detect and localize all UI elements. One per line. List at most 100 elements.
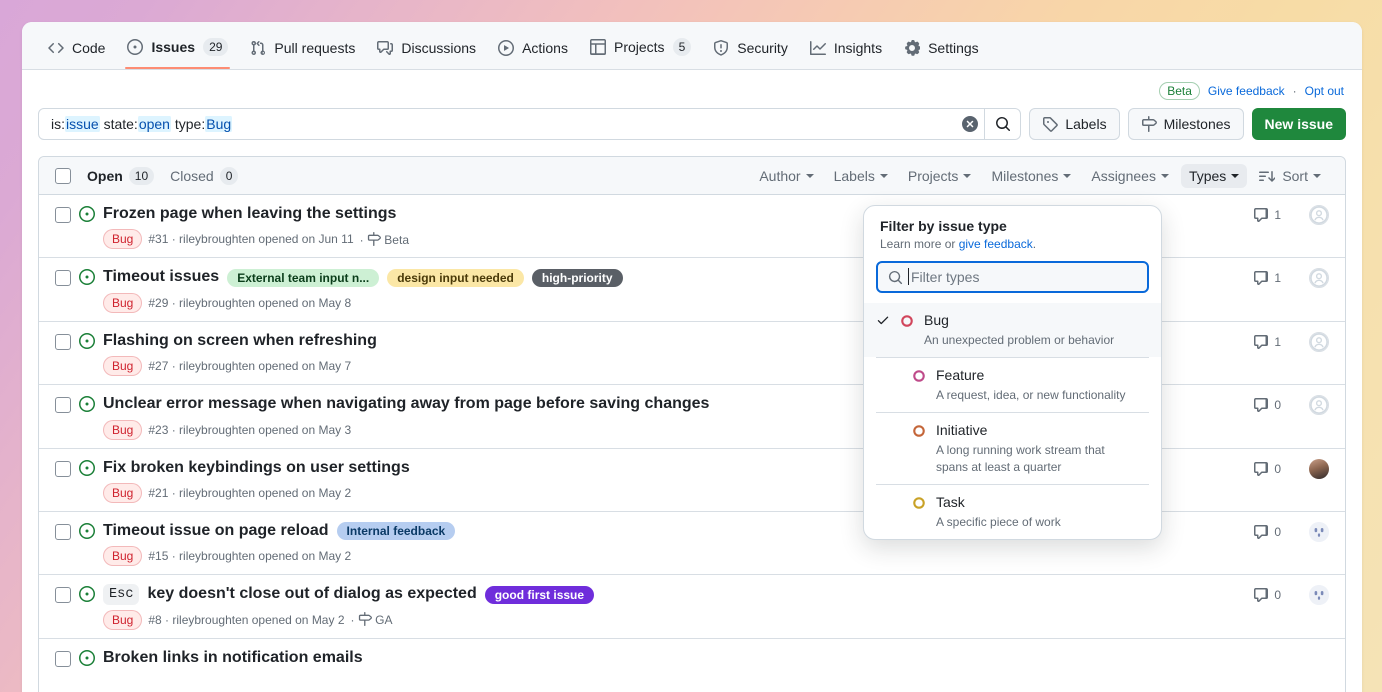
issue-label[interactable]: high-priority	[532, 269, 623, 287]
type-option-name: Bug	[924, 312, 949, 328]
filter-types-input[interactable]: Filter types	[876, 261, 1149, 293]
issue-milestone[interactable]: · GA	[351, 612, 393, 627]
avatar[interactable]	[1309, 268, 1329, 288]
opt-out-link[interactable]: Opt out	[1305, 84, 1344, 98]
issue-title-text[interactable]: Unclear error message when navigating aw…	[103, 393, 709, 415]
give-feedback-link[interactable]: Give feedback	[1208, 84, 1285, 98]
issue-label[interactable]: External team input n...	[227, 269, 379, 287]
issue-type-badge[interactable]: Bug	[103, 229, 142, 249]
issue-label[interactable]: Internal feedback	[337, 522, 456, 540]
select-all-checkbox[interactable]	[55, 168, 71, 184]
filter-milestones[interactable]: Milestones	[983, 164, 1079, 188]
issue-checkbox[interactable]	[55, 587, 71, 603]
filter-author[interactable]: Author	[751, 164, 821, 188]
issue-type-badge[interactable]: Bug	[103, 546, 142, 566]
filter-assignees[interactable]: Assignees	[1083, 164, 1177, 188]
milestones-button[interactable]: Milestones	[1128, 108, 1244, 140]
issue-title[interactable]: Esckey doesn't close out of dialog as ex…	[103, 583, 1245, 605]
issue-title-text[interactable]: Broken links in notification emails	[103, 647, 363, 669]
search-input[interactable]: is:issue state:open type:Bug	[51, 116, 232, 132]
issue-title-text[interactable]: Flashing on screen when refreshing	[103, 330, 377, 352]
issue-type-badge[interactable]: Bug	[103, 610, 142, 630]
nav-item-pull-requests[interactable]: Pull requests	[240, 33, 365, 69]
issue-checkbox[interactable]	[55, 397, 71, 413]
type-option-task[interactable]: TaskA specific piece of work	[876, 484, 1149, 539]
issue-opened-icon	[79, 396, 95, 412]
filter-sort[interactable]: Sort	[1251, 164, 1329, 188]
issue-comment-count[interactable]: 1	[1253, 334, 1281, 350]
issue-comment-count[interactable]: 0	[1253, 524, 1281, 540]
issue-title[interactable]: Broken links in notification emails	[103, 647, 1329, 669]
issue-title-text[interactable]: Frozen page when leaving the settings	[103, 203, 396, 225]
search-box[interactable]: is:issue state:open type:Bug	[38, 108, 1021, 140]
avatar[interactable]	[1309, 332, 1329, 352]
new-issue-button-label: New issue	[1265, 116, 1333, 132]
table-row[interactable]: Esckey doesn't close out of dialog as ex…	[39, 575, 1345, 638]
issue-comment-count[interactable]: 1	[1253, 207, 1281, 223]
comment-icon	[1253, 334, 1269, 350]
type-option-initiative[interactable]: InitiativeA long running work stream tha…	[876, 412, 1149, 484]
issue-comment-count[interactable]: 0	[1253, 397, 1281, 413]
types-filter-search: Filter types	[864, 251, 1161, 303]
issue-checkbox[interactable]	[55, 270, 71, 286]
nav-item-issues[interactable]: Issues29	[117, 31, 238, 69]
table-row[interactable]: Broken links in notification emails	[39, 639, 1345, 692]
issue-type-badge[interactable]: Bug	[103, 356, 142, 376]
give-feedback-panel-link[interactable]: give feedback	[959, 237, 1033, 251]
new-issue-button[interactable]: New issue	[1252, 108, 1346, 140]
comment-icon	[1253, 270, 1269, 286]
type-option-description: A long running work stream that spans at…	[936, 442, 1137, 477]
issue-title-text[interactable]: Timeout issues	[103, 266, 219, 288]
avatar[interactable]	[1309, 205, 1329, 225]
nav-item-actions[interactable]: Actions	[488, 33, 578, 69]
issue-opened-icon	[79, 650, 95, 666]
check-icon	[888, 421, 904, 423]
tab-open[interactable]: Open 10	[87, 167, 154, 185]
issue-title-text[interactable]: key doesn't close out of dialog as expec…	[147, 583, 476, 605]
avatar[interactable]	[1309, 522, 1329, 542]
issue-type-badge[interactable]: Bug	[103, 420, 142, 440]
avatar[interactable]	[1309, 395, 1329, 415]
type-option-feature[interactable]: FeatureA request, idea, or new functiona…	[876, 357, 1149, 412]
graph-icon	[810, 40, 826, 56]
avatar[interactable]	[1309, 585, 1329, 605]
issue-checkbox[interactable]	[55, 524, 71, 540]
labels-button[interactable]: Labels	[1029, 108, 1119, 140]
issue-checkbox[interactable]	[55, 461, 71, 477]
nav-item-settings[interactable]: Settings	[894, 33, 989, 69]
nav-item-code[interactable]: Code	[38, 33, 115, 69]
issue-number-author: #23 · rileybroughten opened on May 3	[148, 423, 351, 437]
type-option-bug[interactable]: BugAn unexpected problem or behavior	[864, 303, 1161, 357]
nav-item-security[interactable]: Security	[703, 33, 798, 69]
beta-banner: Beta Give feedback · Opt out	[38, 70, 1346, 108]
filter-label: Projects	[908, 168, 959, 184]
issue-comment-count[interactable]: 0	[1253, 461, 1281, 477]
filter-projects[interactable]: Projects	[900, 164, 980, 188]
issue-checkbox[interactable]	[55, 207, 71, 223]
issue-label[interactable]: good first issue	[485, 586, 594, 604]
filter-types[interactable]: Types	[1181, 164, 1247, 188]
nav-item-insights[interactable]: Insights	[800, 33, 892, 69]
tab-closed[interactable]: Closed 0	[170, 167, 238, 185]
check-icon	[888, 493, 904, 495]
issue-type-icon	[912, 421, 928, 438]
issue-milestone[interactable]: · Beta	[360, 232, 409, 247]
issue-label[interactable]: design input needed	[387, 269, 524, 287]
issue-type-badge[interactable]: Bug	[103, 293, 142, 313]
nav-item-label: Code	[72, 40, 105, 56]
clear-x-icon[interactable]	[956, 116, 984, 132]
nav-item-discussions[interactable]: Discussions	[367, 33, 486, 69]
issue-checkbox[interactable]	[55, 651, 71, 667]
milestone-icon	[358, 612, 372, 626]
avatar[interactable]	[1309, 459, 1329, 479]
issue-type-badge[interactable]: Bug	[103, 483, 142, 503]
issue-checkbox[interactable]	[55, 334, 71, 350]
filter-labels[interactable]: Labels	[826, 164, 896, 188]
issue-title-text[interactable]: Fix broken keybindings on user settings	[103, 457, 410, 479]
issue-comment-count[interactable]: 1	[1253, 270, 1281, 286]
issue-title-text[interactable]: Timeout issue on page reload	[103, 520, 329, 542]
issue-row-right: 1	[1253, 332, 1329, 352]
search-icon[interactable]	[984, 109, 1020, 139]
nav-item-projects[interactable]: Projects5	[580, 31, 701, 69]
issue-comment-count[interactable]: 0	[1253, 587, 1281, 603]
